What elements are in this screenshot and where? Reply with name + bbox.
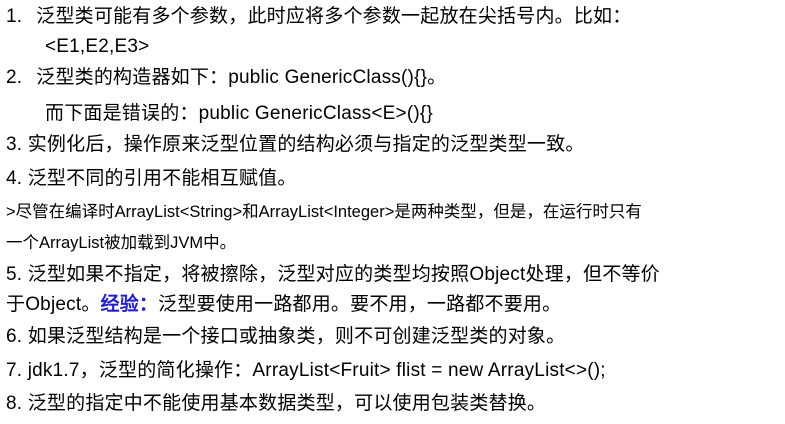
list-item-2-continuation: 而下面是错误的：public GenericClass<E>(){}: [45, 102, 433, 126]
item-text: 泛型如果不指定，将被擦除，泛型对应的类型均按照Object处理，但不等价: [27, 264, 660, 285]
item-number: 1.: [6, 6, 23, 27]
document-page: 1. 泛型类可能有多个参数，此时应将多个参数一起放在尖括号内。比如： <E1,E2…: [0, 0, 785, 424]
note-line-2: 一个ArrayList被加载到JVM中。: [6, 231, 236, 255]
item-text: 泛型类可能有多个参数，此时应将多个参数一起放在尖括号内。比如：: [36, 6, 632, 27]
note-text: 一个ArrayList被加载到JVM中。: [6, 234, 237, 252]
item-text: <E1,E2,E3>: [45, 36, 150, 57]
item-text: 泛型要使用一路都用。要不用，一路都不要用。: [158, 294, 562, 315]
item-number: 3.: [6, 134, 23, 155]
list-item-3: 3. 实例化后，操作原来泛型位置的结构必须与指定的泛型类型一致。: [6, 133, 585, 157]
item-text: 泛型的指定中不能使用基本数据类型，可以使用包装类替换。: [27, 393, 547, 414]
item-text: 实例化后，操作原来泛型位置的结构必须与指定的泛型类型一致。: [27, 134, 585, 155]
note-text: >尽管在编译时ArrayList<String>和ArrayList<Integ…: [6, 203, 642, 221]
experience-highlight: 经验：: [100, 294, 159, 315]
item-number: 5.: [6, 264, 23, 285]
list-item-5: 5. 泛型如果不指定，将被擦除，泛型对应的类型均按照Object处理，但不等价: [6, 263, 660, 287]
item-number: 6.: [6, 326, 23, 347]
item-number: 4.: [6, 168, 23, 189]
list-item-2: 2. 泛型类的构造器如下：public GenericClass(){}。: [6, 66, 446, 90]
list-item-6: 6. 如果泛型结构是一个接口或抽象类，则不可创建泛型类的对象。: [6, 325, 565, 349]
item-text: 如果泛型结构是一个接口或抽象类，则不可创建泛型类的对象。: [27, 326, 566, 347]
list-item-8: 8. 泛型的指定中不能使用基本数据类型，可以使用包装类替换。: [6, 392, 546, 416]
item-number: 8.: [6, 393, 23, 414]
item-text: 泛型类的构造器如下：public GenericClass(){}。: [36, 67, 447, 88]
list-item-4: 4. 泛型不同的引用不能相互赋值。: [6, 167, 297, 191]
note-line-1: >尽管在编译时ArrayList<String>和ArrayList<Integ…: [6, 200, 642, 224]
item-number: 7.: [6, 360, 23, 381]
item-text: 而下面是错误的：public GenericClass<E>(){}: [45, 103, 433, 124]
list-item-7: 7. jdk1.7，泛型的简化操作：ArrayList<Fruit> flist…: [6, 359, 606, 383]
item-number: 2.: [6, 67, 23, 88]
item-text: 于Object。: [6, 294, 101, 315]
list-item-1-continuation: <E1,E2,E3>: [45, 35, 149, 59]
item-text: 泛型不同的引用不能相互赋值。: [27, 168, 297, 189]
item-text: jdk1.7，泛型的简化操作：ArrayList<Fruit> flist = …: [27, 360, 606, 381]
list-item-1: 1. 泛型类可能有多个参数，此时应将多个参数一起放在尖括号内。比如：: [6, 5, 631, 29]
list-item-5-continuation: 于Object。经验：泛型要使用一路都用。要不用，一路都不要用。: [6, 293, 561, 317]
